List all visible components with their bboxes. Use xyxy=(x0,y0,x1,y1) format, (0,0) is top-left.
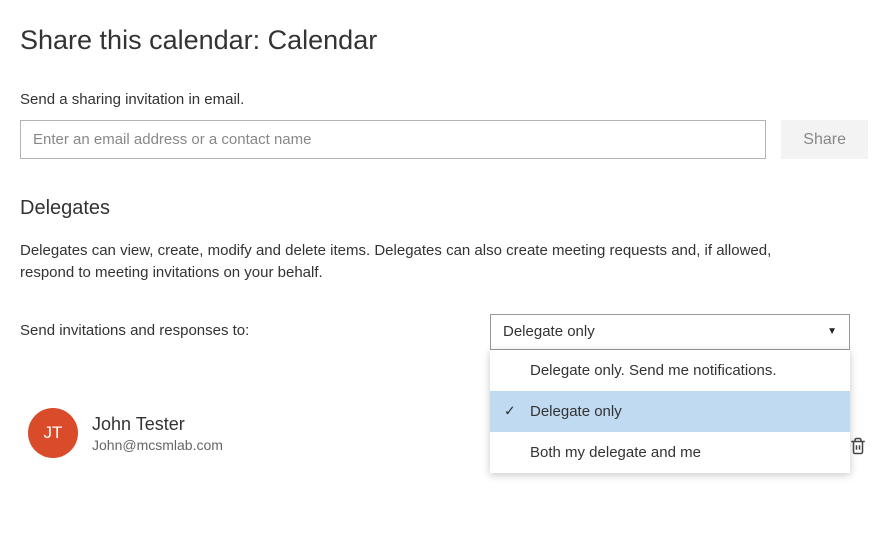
dropdown-option-label: Delegate only xyxy=(530,403,622,420)
user-info: John Tester John@mcsmlab.com xyxy=(92,414,223,453)
invitations-dropdown[interactable]: Delegate only ▼ Delegate only. Send me n… xyxy=(490,314,850,350)
dropdown-option-label: Delegate only. Send me notifications. xyxy=(530,362,777,379)
check-icon: ✓ xyxy=(504,403,516,420)
chevron-down-icon: ▼ xyxy=(827,326,837,337)
dropdown-option[interactable]: Both my delegate and me xyxy=(490,432,850,473)
share-button[interactable]: Share xyxy=(781,120,868,159)
delegates-description: Delegates can view, create, modify and d… xyxy=(20,240,800,284)
dropdown-options: Delegate only. Send me notifications. ✓ … xyxy=(490,350,850,473)
trash-icon[interactable] xyxy=(849,436,867,461)
dropdown-option[interactable]: ✓ Delegate only xyxy=(490,391,850,432)
user-name: John Tester xyxy=(92,414,223,435)
dropdown-selected[interactable]: Delegate only ▼ xyxy=(490,314,850,350)
delegate-row: JT John Tester John@mcsmlab.com xyxy=(28,408,223,458)
page-title: Share this calendar: Calendar xyxy=(20,25,868,56)
email-input[interactable] xyxy=(20,120,766,159)
dropdown-option[interactable]: Delegate only. Send me notifications. xyxy=(490,350,850,391)
dropdown-selected-label: Delegate only xyxy=(503,323,595,340)
user-email: John@mcsmlab.com xyxy=(92,437,223,453)
dropdown-option-label: Both my delegate and me xyxy=(530,444,701,461)
invitations-label: Send invitations and responses to: xyxy=(20,314,480,339)
invitations-row: Send invitations and responses to: Deleg… xyxy=(20,314,868,350)
share-row: Share xyxy=(20,120,868,159)
share-subtitle: Send a sharing invitation in email. xyxy=(20,91,868,108)
avatar: JT xyxy=(28,408,78,458)
delegates-title: Delegates xyxy=(20,197,868,220)
avatar-initials: JT xyxy=(44,423,63,443)
